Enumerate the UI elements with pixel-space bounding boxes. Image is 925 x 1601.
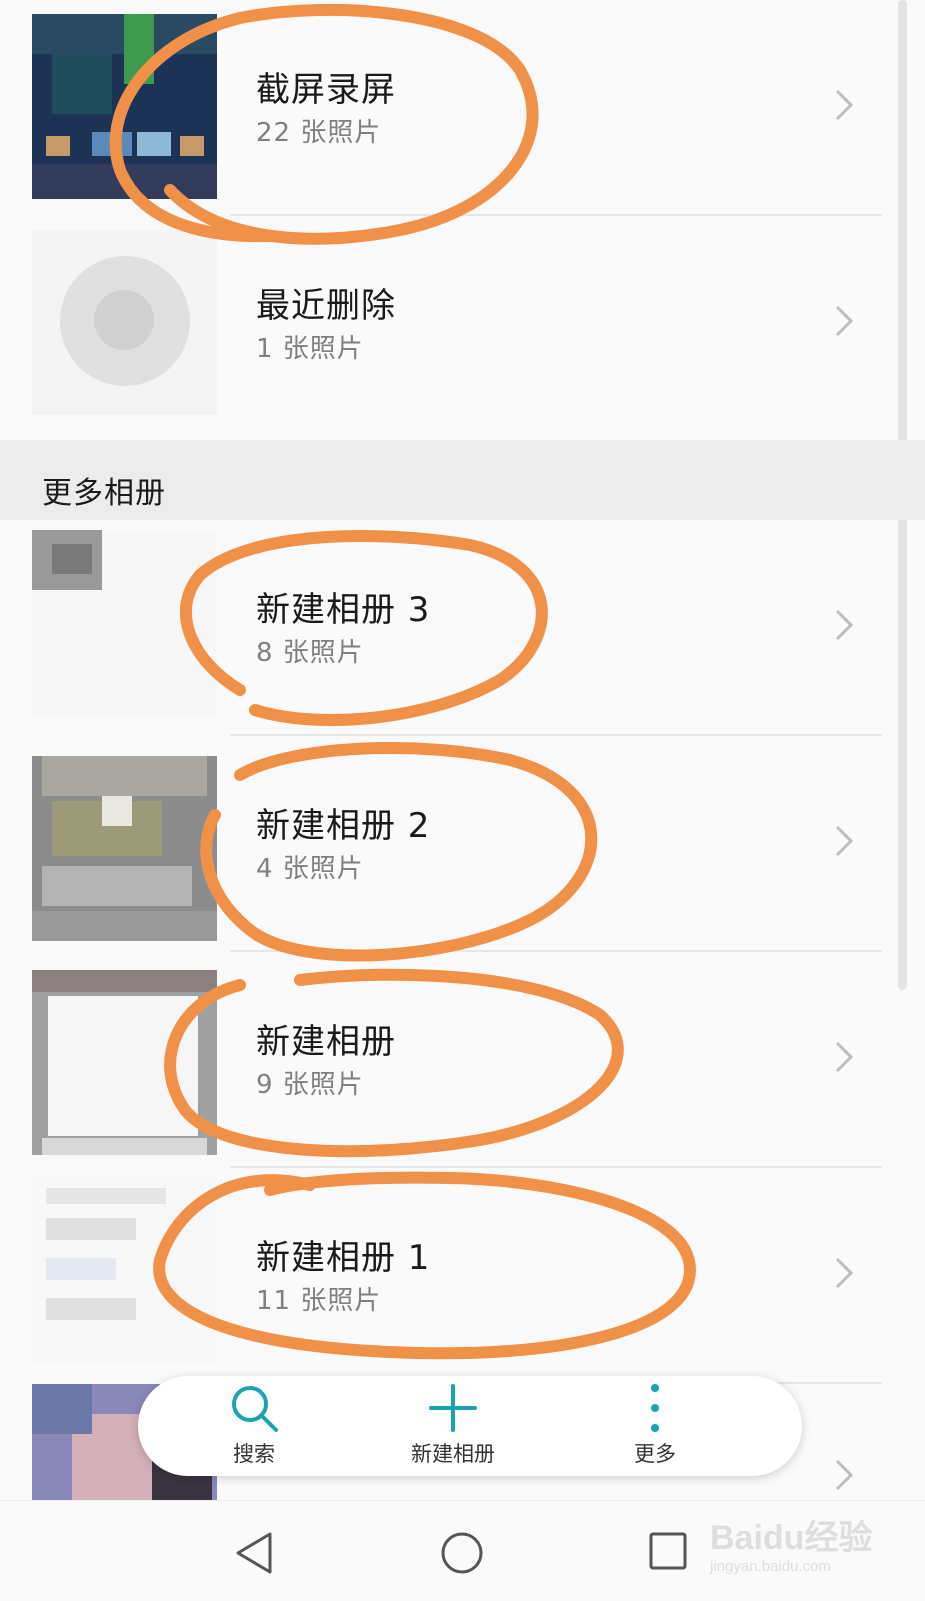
more-vertical-icon bbox=[651, 1384, 659, 1432]
recents-icon[interactable] bbox=[648, 1531, 688, 1571]
baidu-jingyan-watermark: Baidu经验 jingyan.baidu.com bbox=[710, 1510, 910, 1585]
album-name: 新建相册 3 bbox=[256, 590, 431, 630]
album-row-recently-deleted[interactable]: 最近删除 1 张照片 bbox=[0, 216, 882, 432]
more-button[interactable]: 更多 bbox=[585, 1382, 725, 1472]
home-icon[interactable] bbox=[440, 1531, 484, 1575]
album-thumbnail bbox=[32, 14, 217, 199]
album-photo-count: 1 张照片 bbox=[256, 334, 364, 364]
watermark-url: jingyan.baidu.com bbox=[710, 1558, 831, 1575]
album-name: 截屏录屏 bbox=[256, 70, 396, 110]
chevron-right-icon bbox=[835, 609, 854, 641]
plus-icon bbox=[429, 1384, 477, 1432]
album-thumbnail bbox=[32, 970, 217, 1155]
chevron-right-icon bbox=[835, 1041, 854, 1073]
album-thumbnail bbox=[32, 230, 217, 415]
chevron-right-icon bbox=[835, 1257, 854, 1289]
album-thumbnail bbox=[32, 1178, 217, 1363]
album-row-new-album-1[interactable]: 新建相册 1 11 张照片 bbox=[0, 1168, 882, 1384]
album-row-screenshots[interactable]: 截屏录屏 22 张照片 bbox=[0, 0, 882, 216]
album-name: 新建相册 2 bbox=[256, 806, 431, 846]
chevron-right-icon bbox=[835, 1459, 854, 1491]
album-name: 最近删除 bbox=[256, 286, 396, 326]
album-row-new-album[interactable]: 新建相册 9 张照片 bbox=[0, 952, 882, 1168]
bottom-action-toolbar: 搜索 新建相册 更多 bbox=[138, 1376, 802, 1476]
chevron-right-icon bbox=[835, 825, 854, 857]
album-photo-count: 9 张照片 bbox=[256, 1070, 364, 1100]
section-header-more-albums: 更多相册 bbox=[0, 440, 925, 520]
new-album-button[interactable]: 新建相册 bbox=[383, 1382, 523, 1472]
album-photo-count: 8 张照片 bbox=[256, 638, 364, 668]
album-name: 新建相册 1 bbox=[256, 1238, 431, 1278]
watermark-logo: Baidu经验 bbox=[710, 1519, 873, 1557]
back-icon[interactable] bbox=[234, 1531, 274, 1575]
album-name: 新建相册 bbox=[256, 1022, 396, 1062]
chevron-right-icon bbox=[835, 305, 854, 337]
album-photo-count: 4 张照片 bbox=[256, 854, 364, 884]
more-label: 更多 bbox=[634, 1442, 676, 1466]
album-row-new-album-2[interactable]: 新建相册 2 4 张照片 bbox=[0, 736, 882, 952]
section-title: 更多相册 bbox=[42, 476, 166, 511]
album-thumbnail bbox=[32, 756, 217, 941]
new-album-label: 新建相册 bbox=[411, 1442, 495, 1466]
album-row-new-album-3[interactable]: 新建相册 3 8 张照片 bbox=[0, 520, 882, 736]
album-photo-count: 11 张照片 bbox=[256, 1286, 382, 1316]
album-photo-count: 22 张照片 bbox=[256, 118, 382, 148]
chevron-right-icon bbox=[835, 89, 854, 121]
search-icon bbox=[232, 1386, 278, 1432]
album-thumbnail bbox=[32, 530, 217, 715]
search-label: 搜索 bbox=[233, 1442, 275, 1466]
search-button[interactable]: 搜索 bbox=[184, 1382, 324, 1472]
